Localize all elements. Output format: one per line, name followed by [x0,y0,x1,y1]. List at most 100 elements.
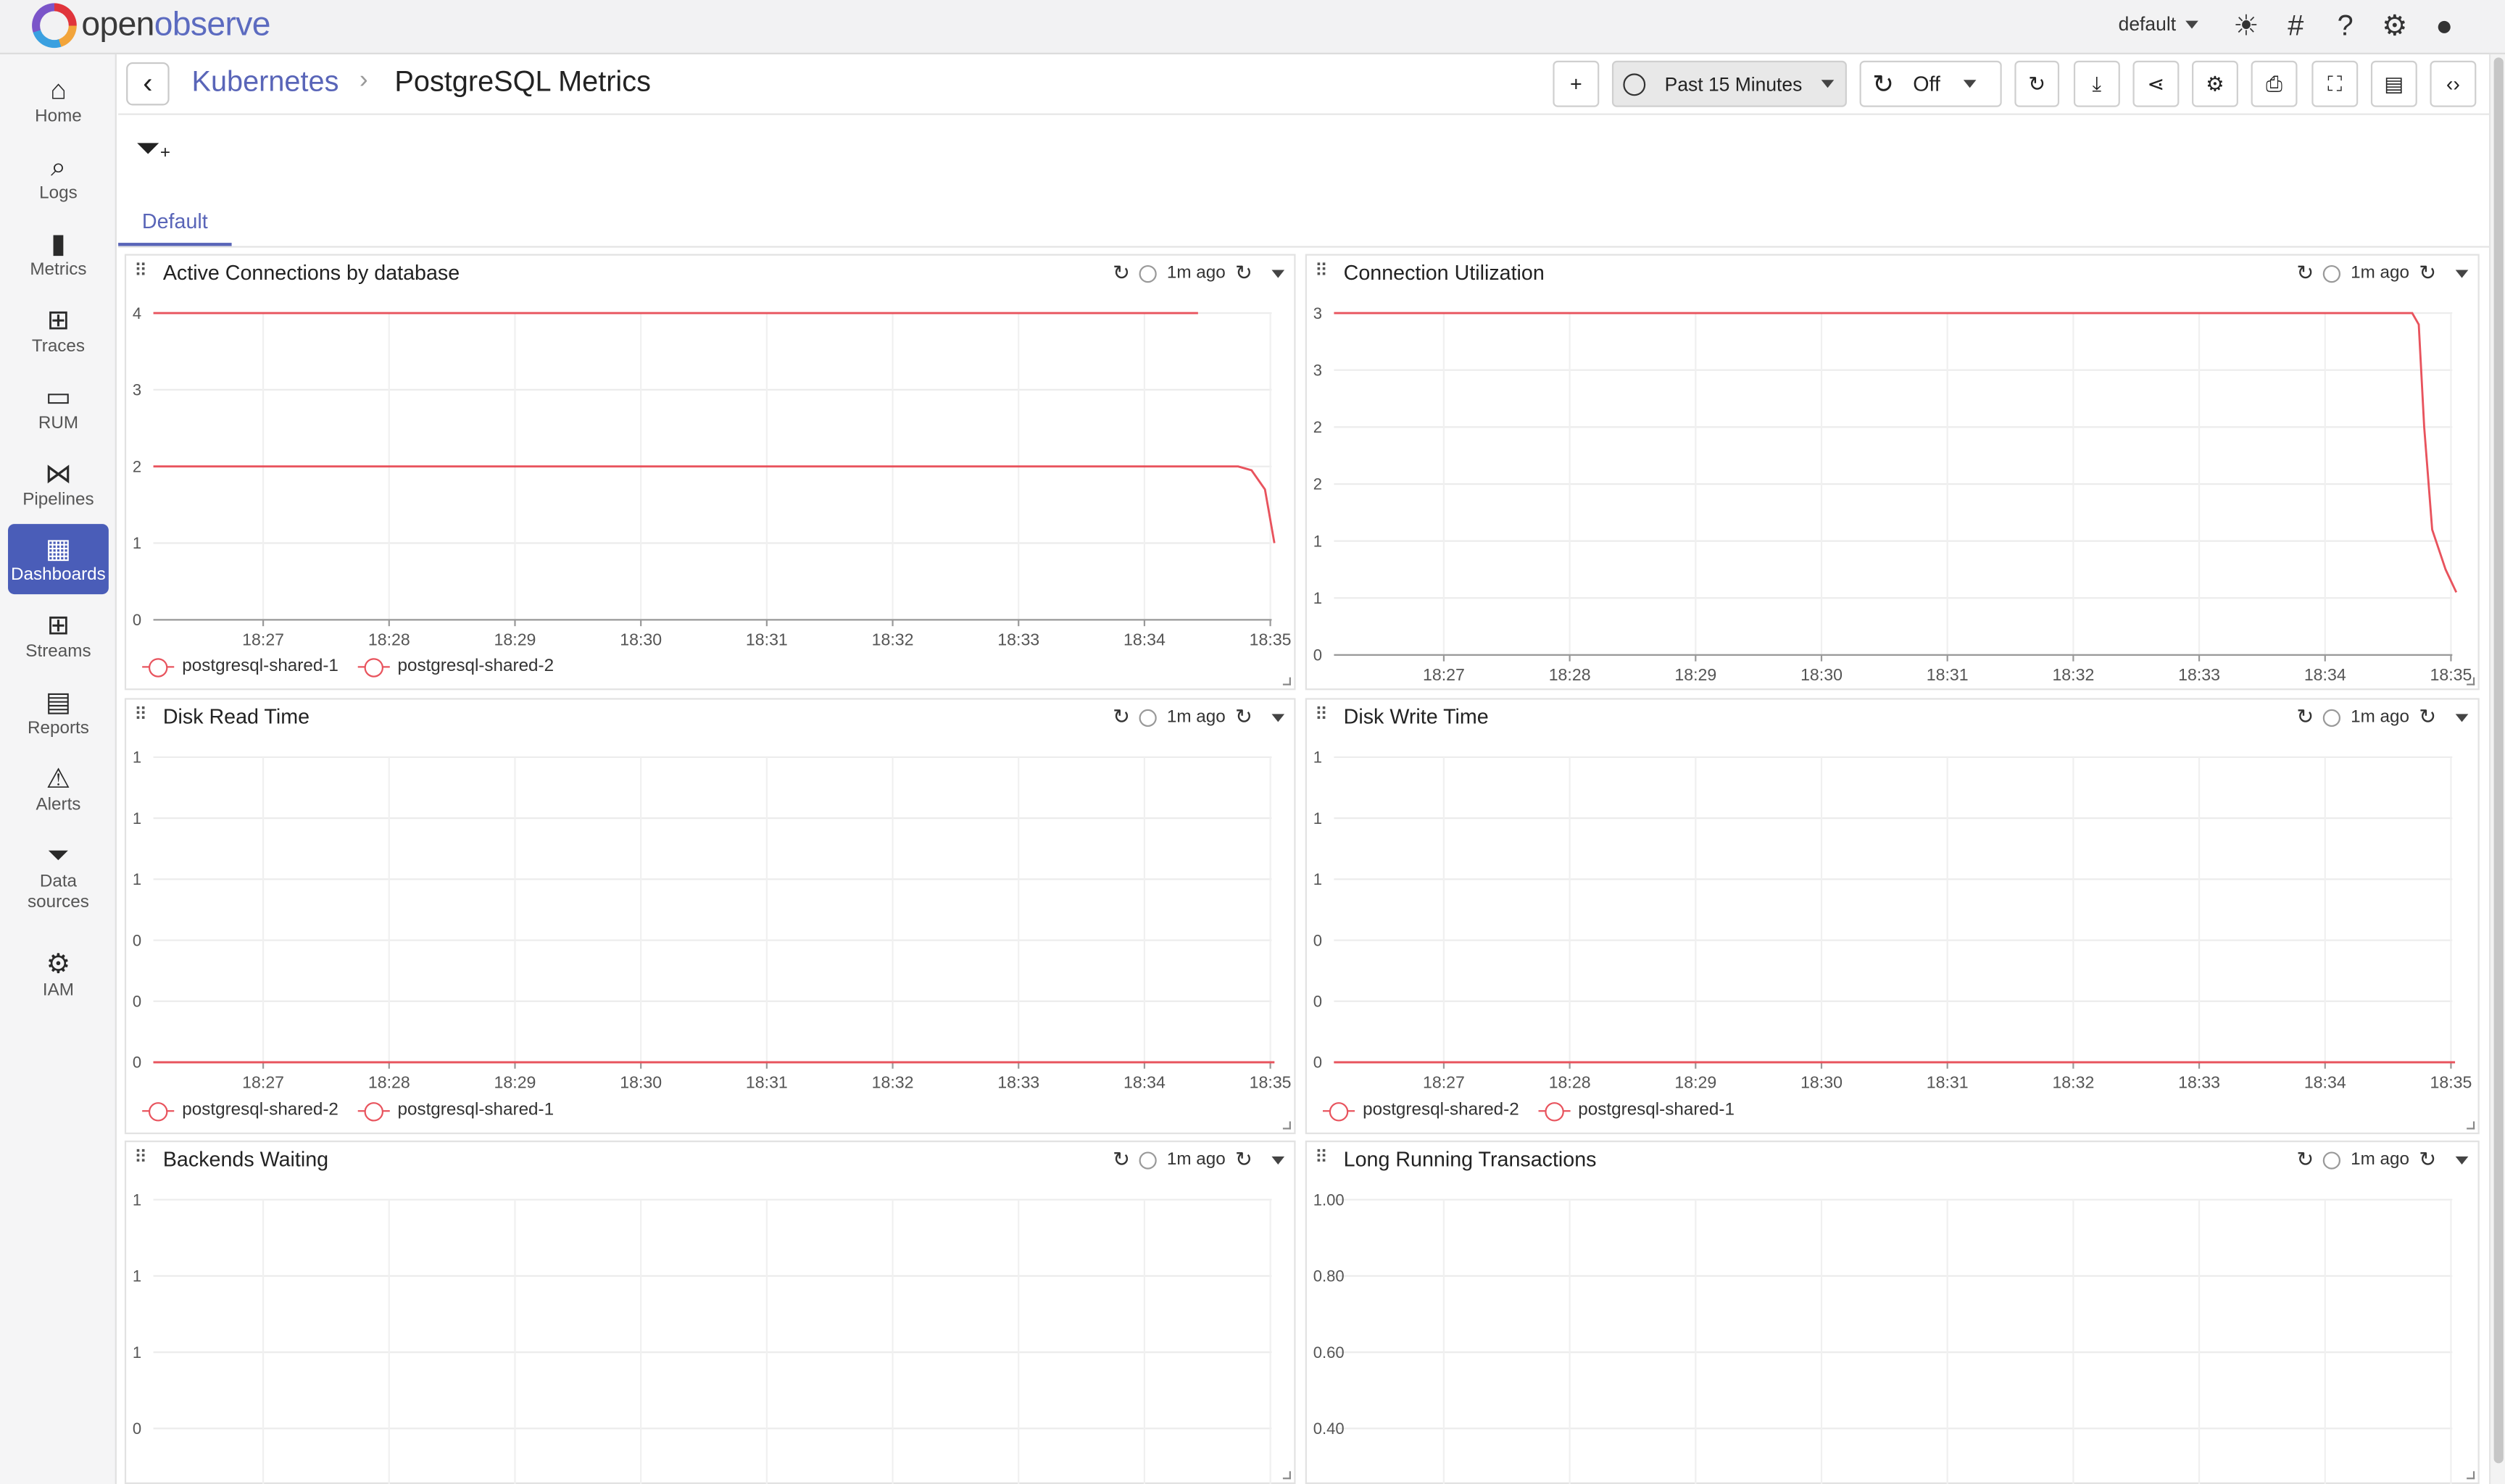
back-button[interactable]: ‹ [126,62,170,106]
panel-menu-icon[interactable] [1271,269,1285,278]
refresh-button[interactable]: ↻ [2014,60,2060,107]
legend-item[interactable]: postgresql-shared-2 [357,656,554,677]
cache-refresh-icon[interactable]: ↻ [2296,1147,2314,1172]
resize-handle-icon[interactable] [2467,1471,2475,1480]
sidebar-item-traces[interactable]: ⊞ Traces [8,296,109,366]
clock-icon [2323,1151,2341,1169]
breadcrumb-parent[interactable]: Kubernetes [191,65,338,99]
y-tick-label: 0 [1313,1054,1322,1072]
cache-refresh-icon[interactable]: ↻ [2296,260,2314,285]
x-tick-label: 18:31 [1927,665,1969,684]
sidebar-item-metrics[interactable]: ▮ Metrics [8,219,109,289]
scrollbar-thumb[interactable] [2493,57,2504,1464]
legend-item[interactable]: postgresql-shared-1 [1538,1101,1735,1121]
legend-item[interactable]: postgresql-shared-2 [142,1101,338,1121]
series-line[interactable] [153,465,1276,543]
clock-icon [1139,1151,1158,1169]
report-button[interactable]: ▤ [2370,60,2417,107]
share-button[interactable]: ⋖ [2132,60,2180,107]
panel-meta: ↻ 1m ago ↻ [2296,1147,2469,1172]
panel-menu-icon[interactable] [2455,269,2469,278]
download-button[interactable]: ⤓ [2073,60,2120,107]
slack-icon[interactable]: # [2278,7,2313,45]
cache-refresh-icon[interactable]: ↻ [1113,260,1130,285]
logo[interactable]: openobserve [32,3,270,49]
drag-handle-icon[interactable]: ⠿ [1315,704,1328,725]
json-button[interactable]: ‹› [2430,60,2477,107]
legend-item[interactable]: postgresql-shared-2 [1322,1101,1519,1121]
x-tick-label: 18:27 [1423,1072,1465,1091]
drag-handle-icon[interactable]: ⠿ [1315,260,1328,281]
clock-icon [1623,72,1646,96]
resize-handle-icon[interactable] [2467,677,2475,685]
sidebar-item-label: Data sources [27,872,89,912]
y-tick-label: 3 [133,381,141,399]
refresh-icon[interactable]: ↻ [1235,260,1252,285]
dashboard-panel: ⠿ Backends Waiting ↻ 1m ago ↻ 00111 [124,1141,1296,1484]
drag-handle-icon[interactable]: ⠿ [1315,1147,1328,1167]
x-tick-label: 18:31 [746,1072,788,1091]
settings-icon[interactable]: ⚙ [2377,7,2412,45]
resize-handle-icon[interactable] [1282,677,1291,685]
add-filter-icon[interactable]: ⏷+ [136,133,170,167]
help-icon[interactable]: ? [2327,7,2362,45]
panel-menu-icon[interactable] [1271,1155,1285,1164]
y-tick-label: 1 [133,1267,141,1285]
resize-handle-icon[interactable] [1282,1121,1291,1130]
fullscreen-button[interactable]: ⛶ [2311,60,2359,107]
refresh-icon[interactable]: ↻ [1235,704,1252,730]
sidebar-item-label: Logs [39,183,78,203]
sidebar-item-dashboards[interactable]: ▦ Dashboards [8,524,109,595]
theme-icon[interactable]: ☀ [2229,7,2264,45]
resize-handle-icon[interactable] [2467,1121,2475,1130]
sidebar-item-data-sources[interactable]: ⏷ Data sources [8,830,109,923]
sidebar-item-home[interactable]: ⌂ Home [8,65,109,136]
drag-handle-icon[interactable]: ⠿ [134,1147,147,1167]
sidebar-item-streams[interactable]: ⊞ Streams [8,601,109,671]
chart-legend: postgresql-shared-2 postgresql-shared-1 [1322,1101,1735,1121]
refresh-icon[interactable]: ↻ [1235,1147,1252,1172]
dashboard-panel: ⠿ Disk Write Time ↻ 1m ago ↻ 0 0 0 1 1 1 18:27… [1305,698,2480,1135]
y-tick-label: 0.60 [1313,1343,1345,1362]
resize-handle-icon[interactable] [1282,1471,1291,1480]
y-tick-label: 1 [133,870,141,888]
drag-handle-icon[interactable]: ⠿ [134,704,147,725]
tab-label: Default [141,209,208,233]
legend-item[interactable]: postgresql-shared-1 [142,656,338,677]
drag-handle-icon[interactable]: ⠿ [134,260,147,281]
gear-icon: ⚙ [2206,71,2224,96]
print-button[interactable]: ⎙ [2251,60,2298,107]
y-tick-label: 1.00 [1313,1191,1345,1209]
sidebar-item-alerts[interactable]: ⚠ Alerts [8,754,109,825]
scrollbar[interactable] [2488,54,2505,1484]
refresh-icon[interactable]: ↻ [2419,1147,2436,1172]
time-range-label: Past 15 Minutes [1664,72,1803,96]
sidebar-item-pipelines[interactable]: ⋈ Pipelines [8,449,109,519]
cache-refresh-icon[interactable]: ↻ [2296,704,2314,730]
cache-refresh-icon[interactable]: ↻ [1113,1147,1130,1172]
org-selector[interactable]: default [2119,13,2198,35]
user-icon[interactable]: ● [2427,7,2462,45]
panel-menu-icon[interactable] [2455,1155,2469,1164]
sidebar-item-reports[interactable]: ▤ Reports [8,678,109,748]
sidebar-item-logs[interactable]: ⌕ Logs [8,142,109,212]
panel-menu-icon[interactable] [1271,713,1285,722]
sidebar-item-rum[interactable]: ▭ RUM [8,372,109,443]
cache-refresh-icon[interactable]: ↻ [1113,704,1130,730]
panel-title: Backends Waiting [162,1146,329,1171]
refresh-icon[interactable]: ↻ [2419,260,2436,285]
sidebar-item-label: Reports [27,719,89,738]
legend-item[interactable]: postgresql-shared-1 [357,1101,554,1121]
refresh-icon[interactable]: ↻ [2419,704,2436,730]
x-tick-label: 18:33 [997,1072,1039,1091]
x-tick-label: 18:35 [2430,665,2472,684]
tab-default[interactable]: Default [118,200,232,246]
series-line[interactable] [1334,312,2458,593]
sidebar-item-label: Streams [25,642,91,662]
panel-menu-icon[interactable] [2455,713,2469,722]
sidebar-item-iam[interactable]: ⚙ IAM [8,939,109,1009]
settings-button[interactable]: ⚙ [2192,60,2238,107]
auto-refresh-selector[interactable]: ↻ Off [1859,60,2002,107]
add-panel-button[interactable]: + [1553,60,1600,107]
time-range-picker[interactable]: Past 15 Minutes [1611,60,1847,107]
